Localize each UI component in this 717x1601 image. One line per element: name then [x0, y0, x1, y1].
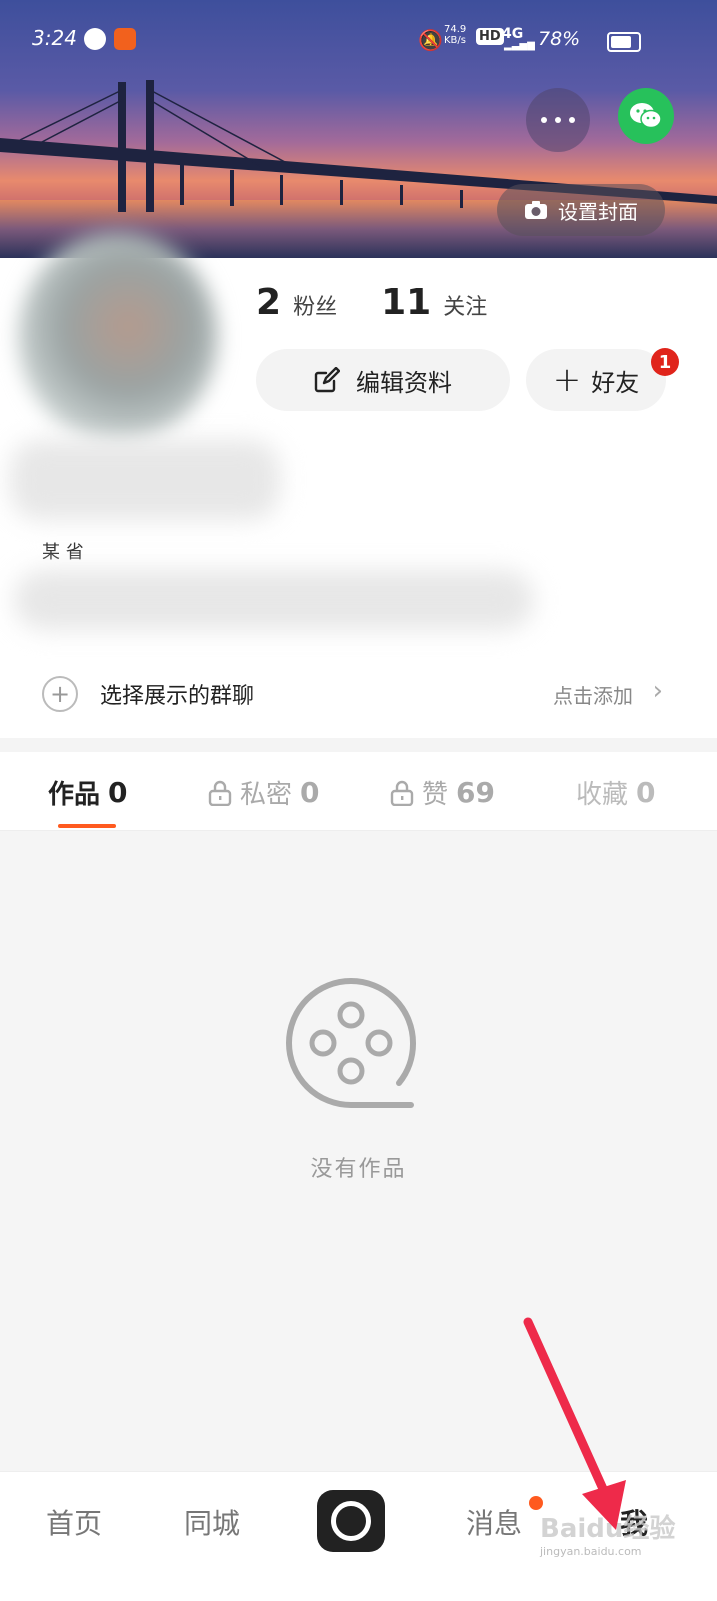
- set-cover-label: 设置封面: [558, 199, 638, 224]
- tab-favorites[interactable]: 收藏 0: [576, 774, 656, 811]
- edit-icon: [314, 367, 340, 393]
- status-time: 3:24: [32, 26, 77, 50]
- tab-label: 作品: [48, 780, 101, 810]
- profile-stats: 2 粉丝 11 关注: [256, 282, 487, 323]
- set-cover-button[interactable]: 设置封面: [497, 184, 665, 236]
- add-friend-label: 好友: [591, 368, 640, 397]
- followers-stat[interactable]: 2 粉丝: [256, 282, 337, 323]
- battery-percent: 78%: [538, 28, 581, 50]
- chevron-right-icon: ›: [652, 676, 663, 706]
- following-count: 11: [381, 282, 432, 323]
- dot-icon: [569, 117, 575, 123]
- followers-count: 2: [256, 282, 282, 323]
- wechat-icon: [630, 103, 662, 129]
- tab-count: 0: [636, 776, 656, 809]
- battery-icon: [607, 32, 641, 52]
- net-speed: 74.9 KB/s: [444, 24, 467, 46]
- plus-circle-icon: +: [42, 676, 78, 712]
- tab-count: 69: [456, 776, 495, 809]
- tab-likes[interactable]: 赞 69: [390, 774, 495, 811]
- nickname-blurred: [10, 440, 280, 520]
- baidu-watermark: Baidu经验 jingyan.baidu.com: [540, 1508, 675, 1558]
- group-chat-row[interactable]: + 选择展示的群聊 点击添加 ›: [0, 662, 717, 726]
- record-icon: [331, 1501, 371, 1541]
- edit-profile-label: 编辑资料: [356, 368, 452, 397]
- bio-blurred: [14, 570, 534, 630]
- tab-label: 收藏: [576, 780, 629, 810]
- add-friend-button[interactable]: + 好友: [526, 349, 666, 411]
- avatar[interactable]: [18, 232, 218, 442]
- camera-shoot-button[interactable]: [317, 1490, 385, 1552]
- nav-nearby[interactable]: 同城: [184, 1502, 240, 1542]
- nav-messages[interactable]: 消息: [466, 1502, 522, 1542]
- group-chat-label: 选择展示的群聊: [100, 684, 255, 709]
- camera-icon: [525, 201, 547, 219]
- signal-bars-icon: ▂▃▅▆: [504, 40, 535, 51]
- friend-request-badge: 1: [651, 348, 679, 376]
- plus-icon: +: [552, 360, 582, 400]
- following-label: 关注: [443, 295, 488, 320]
- profile-tabs: 作品 0 私密 0 赞 69 收藏 0: [0, 752, 717, 831]
- tab-label: 赞: [422, 780, 449, 810]
- region-text: 某 省: [42, 542, 84, 563]
- dot-icon: [555, 117, 561, 123]
- watermark-url: jingyan.baidu.com: [540, 1545, 642, 1558]
- nav-home[interactable]: 首页: [46, 1502, 102, 1542]
- film-reel-icon: [286, 978, 417, 1108]
- hd-icon: HD: [476, 28, 504, 45]
- following-stat[interactable]: 11 关注: [381, 282, 487, 323]
- empty-state-text: 没有作品: [310, 1157, 407, 1182]
- tab-count: 0: [108, 776, 128, 809]
- tab-private[interactable]: 私密 0: [208, 774, 320, 811]
- lock-icon: [208, 780, 232, 806]
- works-content: 没有作品: [0, 831, 717, 1471]
- kuaishou-app-icon: [114, 28, 136, 50]
- section-divider: [0, 738, 717, 752]
- more-options-button[interactable]: [526, 88, 590, 152]
- watermark-brand: Baidu经验: [540, 1514, 676, 1544]
- mute-bell-icon: 🔕: [418, 28, 443, 52]
- app-notification-icon: [84, 28, 106, 50]
- tab-label: 私密: [240, 780, 293, 810]
- edit-profile-button[interactable]: 编辑资料: [256, 349, 510, 411]
- followers-label: 粉丝: [293, 295, 338, 320]
- active-tab-indicator: [58, 824, 116, 828]
- group-chat-add[interactable]: 点击添加: [553, 680, 633, 709]
- dot-icon: [541, 117, 547, 123]
- wechat-share-button[interactable]: [618, 88, 674, 144]
- status-bar: 3:24 🔕 74.9 KB/s HD 4G ▂▃▅▆ 78%: [0, 0, 717, 80]
- lock-icon: [390, 780, 414, 806]
- tab-works[interactable]: 作品 0: [48, 774, 128, 811]
- tab-count: 0: [300, 776, 320, 809]
